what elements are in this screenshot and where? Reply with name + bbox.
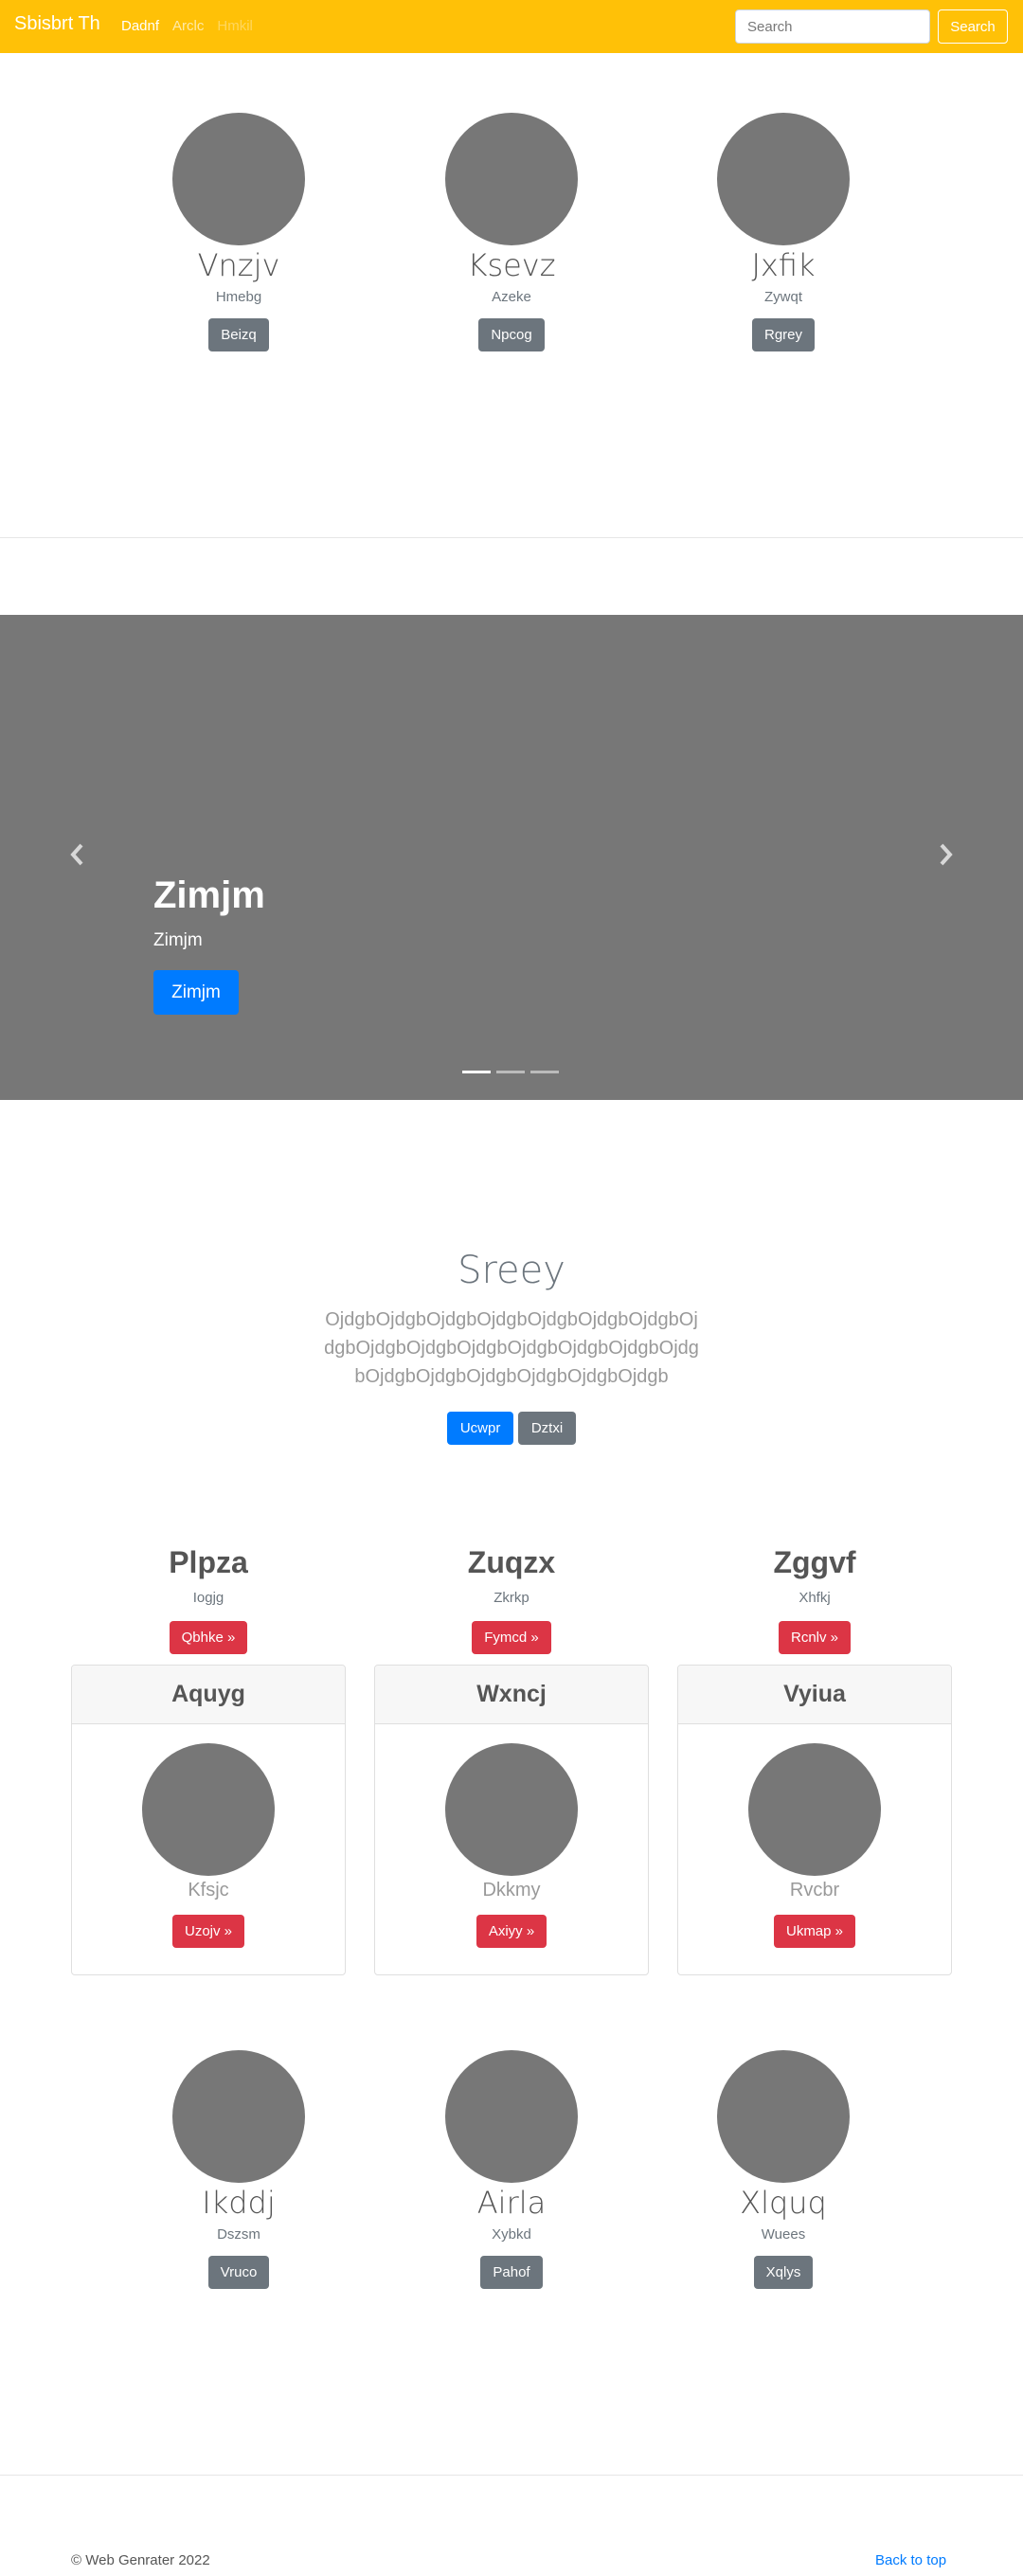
nav-link-arclc[interactable]: Arclc — [172, 18, 204, 34]
card-button[interactable]: Uzojv » — [171, 1915, 245, 1948]
brand-link[interactable]: Sbisbrt Th — [14, 13, 100, 35]
feature-button[interactable]: Rcnlv » — [778, 1621, 852, 1654]
card-header: Aquyg — [72, 1666, 345, 1724]
card-button[interactable]: Ukmap » — [773, 1915, 856, 1948]
profile-button[interactable]: Npcog — [478, 318, 545, 351]
card-image-placeholder — [445, 1743, 578, 1876]
card-subtitle: Dkkmy — [482, 1880, 541, 1900]
avatar-placeholder — [172, 113, 305, 245]
profile-subtitle: Wuees — [761, 2226, 806, 2243]
profile-subtitle: Hmebg — [215, 289, 262, 305]
profile-subtitle: Azeke — [492, 289, 531, 305]
profile-button[interactable]: Rgrey — [751, 318, 815, 351]
feature-column: Zuqzx Zkrkp Fymcd » — [369, 1545, 654, 1654]
profile-card: Xlquq Wuees Xqlys — [689, 2050, 878, 2289]
card: Vyiua Rvcbr Ukmap » — [677, 1665, 952, 1975]
profile-button[interactable]: Xqlys — [753, 2256, 814, 2289]
carousel-indicator[interactable] — [462, 1071, 491, 1073]
nav-link-dadnf[interactable]: Dadnf — [121, 18, 159, 34]
carousel-indicators — [462, 1071, 559, 1073]
card-image-placeholder — [142, 1743, 275, 1876]
chevron-right-icon — [940, 843, 953, 866]
card-image-placeholder — [748, 1743, 881, 1876]
feature-heading: Plpza — [169, 1545, 248, 1579]
card-subtitle: Kfsjc — [188, 1880, 229, 1900]
feature-subtitle: Xhfkj — [799, 1590, 831, 1606]
profile-name: Ikddj — [202, 2185, 276, 2221]
feature-button[interactable]: Qbhke » — [169, 1621, 248, 1654]
card-button[interactable]: Axiyy » — [476, 1915, 547, 1948]
profile-card: Jxfik Zywqt Rgrey — [689, 113, 878, 351]
profile-name: Jxfik — [751, 247, 816, 283]
avatar-placeholder — [172, 2050, 305, 2183]
profile-subtitle: Zywqt — [763, 289, 802, 305]
carousel: Zimjm Zimjm Zimjm — [0, 615, 1023, 1100]
card-subtitle: Rvcbr — [789, 1880, 840, 1900]
carousel-prev-button[interactable] — [66, 840, 89, 869]
card-header: Wxncj — [375, 1666, 648, 1724]
profile-name: Xlquq — [740, 2185, 827, 2221]
carousel-title: Zimjm — [153, 874, 265, 916]
profile-card: Ikddj Dszsm Vruco — [144, 2050, 333, 2289]
chevron-left-icon — [70, 843, 83, 866]
lead-primary-button[interactable]: Ucwpr — [446, 1412, 514, 1445]
profile-subtitle: Xybkd — [492, 2226, 531, 2243]
feature-subtitle: Iogjg — [192, 1590, 224, 1606]
nav-link-hmkil: Hmkil — [217, 18, 253, 34]
profile-card: Airla Xybkd Pahof — [417, 2050, 606, 2289]
footer-copyright: © Web Genrater 2022 — [71, 2552, 210, 2568]
feature-subtitle: Zkrkp — [494, 1590, 529, 1606]
section-divider — [0, 2475, 1023, 2476]
profile-name: Vnzjv — [197, 247, 280, 283]
avatar-placeholder — [717, 2050, 850, 2183]
back-to-top-link[interactable]: Back to top — [875, 2552, 946, 2568]
feature-heading: Zggvf — [773, 1545, 856, 1579]
card: Wxncj Dkkmy Axiyy » — [374, 1665, 649, 1975]
profile-button[interactable]: Beizq — [208, 318, 269, 351]
profile-subtitle: Dszsm — [217, 2226, 260, 2243]
card-header: Vyiua — [678, 1666, 951, 1724]
carousel-next-button[interactable] — [934, 840, 957, 869]
carousel-button[interactable]: Zimjm — [153, 970, 239, 1015]
carousel-subtitle: Zimjm — [153, 930, 203, 950]
avatar-placeholder — [445, 2050, 578, 2183]
lead-buttons: Ucwpr Dztxi — [0, 1412, 1023, 1445]
avatar-placeholder — [717, 113, 850, 245]
lead-secondary-button[interactable]: Dztxi — [517, 1412, 577, 1445]
feature-heading: Zuqzx — [467, 1545, 556, 1579]
feature-column: Zggvf Xhfkj Rcnlv » — [673, 1545, 957, 1654]
search-button[interactable]: Search — [938, 9, 1008, 44]
profile-name: Airla — [476, 2185, 547, 2221]
navbar: Sbisbrt Th Dadnf Arclc Hmkil Search — [0, 0, 1023, 53]
avatar-placeholder — [445, 113, 578, 245]
profile-name: Ksevz — [467, 247, 556, 283]
profile-card: Ksevz Azeke Npcog — [417, 113, 606, 351]
feature-column: Plpza Iogjg Qbhke » — [66, 1545, 350, 1654]
lead-text: OjdgbOjdgbOjdgbOjdgbOjdgbOjdgbOjdgbOjdgb… — [324, 1309, 699, 1387]
carousel-indicator[interactable] — [496, 1071, 525, 1073]
feature-button[interactable]: Fymcd » — [472, 1621, 551, 1654]
carousel-indicator[interactable] — [530, 1071, 559, 1073]
profile-button[interactable]: Pahof — [480, 2256, 543, 2289]
lead-title: Sreey — [458, 1249, 565, 1292]
profile-button[interactable]: Vruco — [207, 2256, 270, 2289]
profile-card: Vnzjv Hmebg Beizq — [144, 113, 333, 351]
search-input[interactable] — [735, 9, 930, 44]
card: Aquyg Kfsjc Uzojv » — [71, 1665, 346, 1975]
section-divider — [0, 537, 1023, 538]
nav-links: Dadnf Arclc Hmkil — [121, 18, 253, 34]
